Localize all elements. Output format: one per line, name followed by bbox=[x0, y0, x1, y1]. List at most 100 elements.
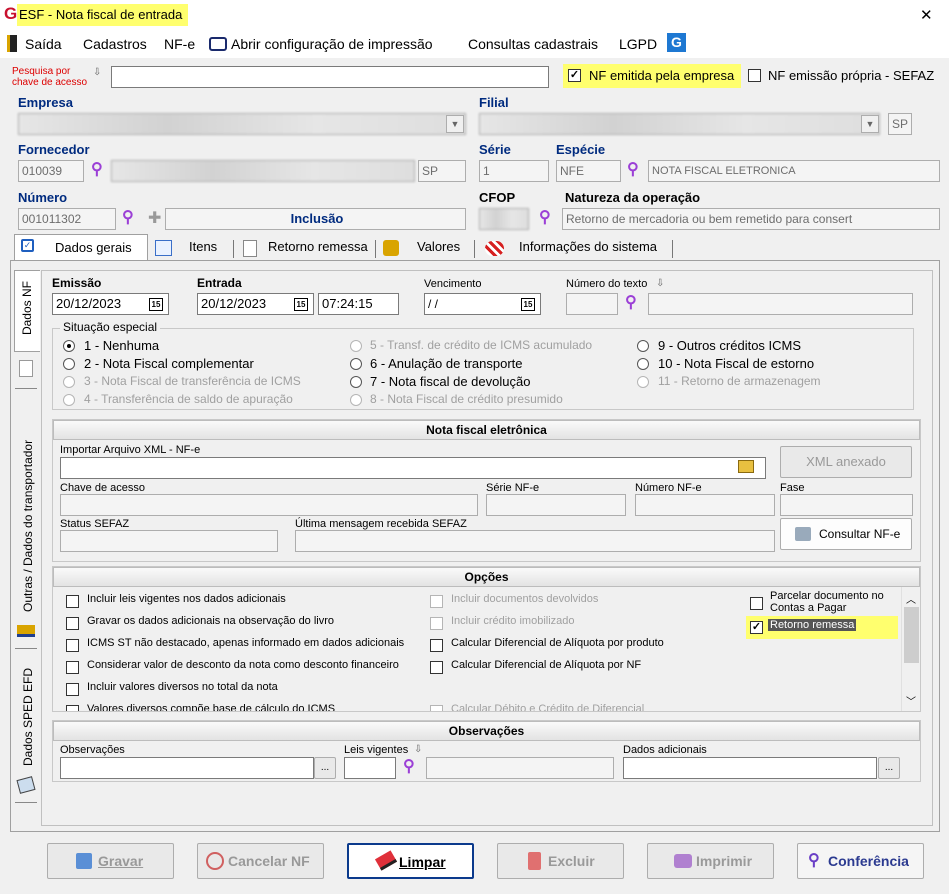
numero-texto-label: Número do texto bbox=[566, 278, 648, 290]
situacao-radio-6[interactable] bbox=[350, 358, 362, 370]
document-icon bbox=[243, 240, 257, 257]
tab-informacoes[interactable]: Informações do sistema bbox=[519, 236, 657, 260]
opcao-valores-diversos-checkbox[interactable] bbox=[66, 683, 79, 696]
scroll-down-icon[interactable]: ﹀ bbox=[906, 693, 916, 708]
leis-vigentes-search-icon[interactable]: ⚲ bbox=[403, 759, 415, 775]
observacoes-input[interactable] bbox=[60, 757, 314, 779]
entrada-hora-input[interactable]: 07:24:15 bbox=[318, 293, 399, 315]
situacao-option-7: 7 - Nota fiscal de devolução bbox=[370, 374, 531, 389]
menu-saida[interactable]: Saída bbox=[25, 34, 62, 54]
entrada-label: Entrada bbox=[197, 276, 242, 290]
situacao-radio-1[interactable] bbox=[63, 340, 75, 352]
empresa-select[interactable] bbox=[18, 113, 466, 135]
numero-search-icon[interactable]: ⚲ bbox=[122, 210, 134, 226]
fase-input[interactable] bbox=[780, 494, 913, 516]
tab-itens[interactable]: Itens bbox=[189, 236, 217, 260]
opcao-desconto-label: Considerar valor de desconto da nota com… bbox=[87, 659, 399, 671]
situacao-radio-10[interactable] bbox=[637, 358, 649, 370]
opcao-desconto-checkbox[interactable] bbox=[66, 661, 79, 674]
fornecedor-search-icon[interactable]: ⚲ bbox=[91, 162, 103, 178]
conferencia-button[interactable]: ⚲ Conferência bbox=[797, 843, 924, 879]
import-xml-input[interactable] bbox=[60, 457, 766, 479]
situacao-option-9: 9 - Outros créditos ICMS bbox=[658, 338, 802, 353]
eraser-icon bbox=[374, 850, 398, 871]
especie-code[interactable]: NFE bbox=[556, 160, 621, 182]
filial-dropdown-icon[interactable]: ▼ bbox=[861, 115, 879, 133]
menu-lgpd[interactable]: LGPD bbox=[619, 34, 657, 54]
opcao-icms-st-checkbox[interactable] bbox=[66, 639, 79, 652]
menu-cadastros[interactable]: Cadastros bbox=[83, 34, 147, 54]
opcao-leis-checkbox[interactable] bbox=[66, 595, 79, 608]
observacoes-ellipsis-button[interactable]: ... bbox=[314, 757, 336, 779]
serie-nfe-input[interactable] bbox=[486, 494, 626, 516]
fornecedor-label: Fornecedor bbox=[18, 142, 90, 157]
opcao-parcelar-checkbox[interactable] bbox=[750, 597, 763, 610]
emissao-label: Emissão bbox=[52, 276, 102, 290]
opcao-retorno-remessa-checkbox[interactable]: ✓ bbox=[750, 621, 763, 634]
nf-propria-checkbox[interactable] bbox=[748, 69, 761, 82]
situacao-radio-4[interactable] bbox=[63, 394, 75, 406]
situacao-radio-2[interactable] bbox=[63, 358, 75, 370]
cancelar-nf-button[interactable]: Cancelar NF bbox=[197, 843, 324, 879]
side-tab-transportador[interactable]: Outras / Dados do transportador bbox=[21, 402, 35, 612]
scroll-up-icon[interactable]: ︿ bbox=[906, 591, 916, 606]
opcoes-scrollbar[interactable]: ︿ ﹀ bbox=[901, 587, 920, 711]
filial-select[interactable] bbox=[479, 113, 880, 135]
opcao-difal-produto-checkbox[interactable] bbox=[430, 639, 443, 652]
situacao-radio-9[interactable] bbox=[637, 340, 649, 352]
numero-input[interactable]: 001011302 bbox=[18, 208, 116, 230]
scroll-thumb[interactable] bbox=[904, 607, 919, 663]
situacao-radio-3[interactable] bbox=[63, 376, 75, 388]
opcao-debito-credito-checkbox[interactable] bbox=[430, 705, 443, 711]
serie-input[interactable]: 1 bbox=[479, 160, 549, 182]
situacao-radio-11[interactable] bbox=[637, 376, 649, 388]
situacao-radio-7[interactable] bbox=[350, 376, 362, 388]
add-icon[interactable]: ✚ bbox=[148, 208, 161, 228]
nf-emitida-checkbox[interactable]: ✓ bbox=[568, 69, 581, 82]
empresa-dropdown-icon[interactable]: ▼ bbox=[446, 115, 464, 133]
numero-nfe-input[interactable] bbox=[635, 494, 775, 516]
opcao-credito-imob-checkbox[interactable] bbox=[430, 617, 443, 630]
opcao-base-icms-checkbox[interactable] bbox=[66, 705, 79, 711]
folder-open-icon[interactable] bbox=[738, 460, 754, 473]
excluir-button[interactable]: Excluir bbox=[497, 843, 624, 879]
leis-vigentes-input[interactable] bbox=[344, 757, 396, 779]
emissao-calendar-icon[interactable]: 15 bbox=[149, 298, 163, 311]
entrada-calendar-icon[interactable]: 15 bbox=[294, 298, 308, 311]
menu-consultas[interactable]: Consultas cadastrais bbox=[468, 34, 598, 54]
close-icon[interactable]: ✕ bbox=[920, 6, 933, 24]
vencimento-calendar-icon[interactable]: 15 bbox=[521, 298, 535, 311]
gravar-button[interactable]: Gravar bbox=[47, 843, 174, 879]
consultar-nfe-button[interactable]: Consultar NF-e bbox=[780, 518, 912, 550]
side-tab-dados-nf[interactable]: Dados NF bbox=[14, 270, 40, 352]
lgpd-icon[interactable]: G bbox=[667, 33, 686, 52]
cfop-input[interactable] bbox=[479, 208, 529, 230]
fornecedor-code[interactable]: 010039 bbox=[18, 160, 84, 182]
side-tab-dados-nf-label: Dados NF bbox=[20, 281, 34, 336]
situacao-radio-8[interactable] bbox=[350, 394, 362, 406]
mode-indicator: Inclusão bbox=[165, 208, 466, 230]
opcao-gravar-obs-checkbox[interactable] bbox=[66, 617, 79, 630]
opcao-difal-produto-label: Calcular Diferencial de Alíquota por pro… bbox=[451, 637, 664, 649]
menu-nfe[interactable]: NF-e bbox=[164, 34, 195, 54]
opcao-docs-devolvidos-checkbox[interactable] bbox=[430, 595, 443, 608]
situacao-radio-5[interactable] bbox=[350, 340, 362, 352]
opcao-difal-nf-checkbox[interactable] bbox=[430, 661, 443, 674]
exit-door-icon bbox=[7, 35, 17, 52]
menu-print-config[interactable]: Abrir configuração de impressão bbox=[231, 34, 433, 54]
especie-search-icon[interactable]: ⚲ bbox=[627, 162, 639, 178]
numero-texto-input[interactable] bbox=[566, 293, 618, 315]
cfop-search-icon[interactable]: ⚲ bbox=[539, 210, 551, 226]
dados-adicionais-ellipsis-button[interactable]: ... bbox=[878, 757, 900, 779]
tab-dados-gerais[interactable]: ✓ Dados gerais bbox=[14, 234, 148, 260]
tab-valores[interactable]: Valores bbox=[417, 236, 460, 260]
imprimir-button[interactable]: Imprimir bbox=[647, 843, 774, 879]
xml-anexado-button[interactable]: XML anexado bbox=[780, 446, 912, 478]
search-key-input[interactable] bbox=[111, 66, 549, 88]
dados-adicionais-input[interactable] bbox=[623, 757, 877, 779]
chave-input[interactable] bbox=[60, 494, 478, 516]
numero-texto-search-icon[interactable]: ⚲ bbox=[625, 295, 637, 311]
limpar-button[interactable]: Limpar bbox=[347, 843, 474, 879]
tab-retorno-remessa[interactable]: Retorno remessa bbox=[268, 236, 368, 260]
side-tab-sped[interactable]: Dados SPED EFD bbox=[21, 656, 35, 766]
